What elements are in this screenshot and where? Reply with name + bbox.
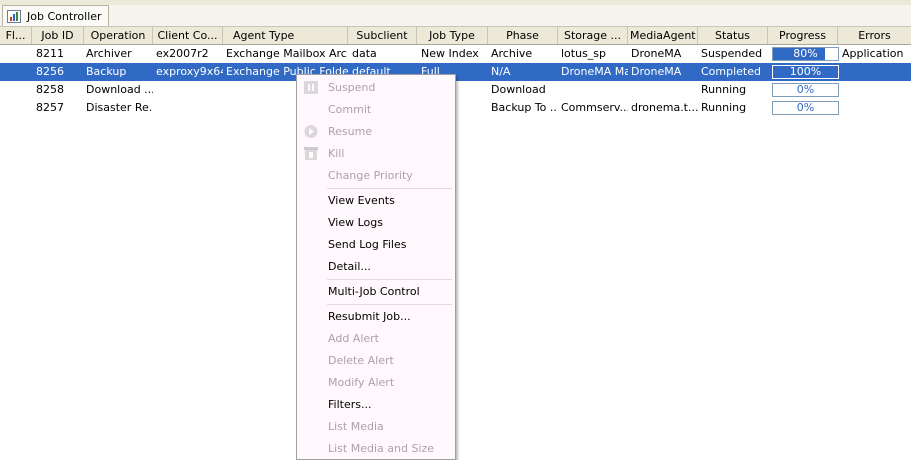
column-header-media-agent[interactable]: MediaAgent [628,27,698,44]
menu-item-label: Send Log Files [328,238,407,251]
menu-item-label: View Logs [328,216,383,229]
menu-item-label: Resume [328,125,373,138]
menu-item-label: List Media [328,420,384,433]
errors-cell: Application [842,47,904,60]
client-cell: exproxy9x64 [156,65,223,78]
job-id-cell: 8211 [36,47,64,60]
progress-bar: 100% [772,65,839,79]
job-controller-icon [7,9,21,23]
status-cell: Completed [701,65,761,78]
kill-icon [304,147,318,160]
suspend-icon [304,81,318,94]
menu-item-multi-job-control[interactable]: Multi-Job Control [297,281,455,303]
menu-item-add-alert[interactable]: Add Alert [297,328,455,350]
column-header-client[interactable]: Client Co... [153,27,223,44]
subclient-cell: data [352,47,377,60]
storage-cell: DroneMA Mag [561,65,628,78]
phase-cell: Backup To ... [491,101,558,114]
status-cell: Running [701,101,747,114]
job-id-cell: 8256 [36,65,64,78]
errors-cell [840,63,911,81]
operation-cell: Disaster Re... [86,101,153,114]
menu-item-label: Delete Alert [328,354,394,367]
column-header-operation[interactable]: Operation [84,27,153,44]
column-header-progress[interactable]: Progress [768,27,838,44]
column-header-status[interactable]: Status [698,27,768,44]
menu-item-send-log-files[interactable]: Send Log Files [297,234,455,256]
column-header-errors[interactable]: Errors [838,27,911,44]
status-cell: Suspended [701,47,763,60]
menu-item-label: Kill [328,147,345,160]
menu-item-kill[interactable]: Kill [297,143,455,165]
media-agent-cell: dronema.t... [631,101,698,114]
menu-item-label: Commit [328,103,372,116]
context-menu: Suspend Commit Resume Kill Change Priori… [296,74,456,460]
column-header-subclient[interactable]: Subclient [348,27,417,44]
operation-cell: Archiver [86,47,132,60]
phase-cell: Download [491,83,546,96]
storage-cell: lotus_sp [561,47,607,60]
progress-bar: 0% [772,83,839,97]
menu-item-label: Filters... [328,398,372,411]
menu-item-label: Modify Alert [328,376,395,389]
tab-job-controller[interactable]: Job Controller [2,5,109,26]
menu-item-list-media-and-size[interactable]: List Media and Size [297,438,455,460]
job-row[interactable]: 8211 Archiver ex2007r2 Exchange Mailbox … [0,45,911,63]
phase-cell: N/A [491,65,511,78]
progress-label: 0% [796,83,815,96]
operation-cell: Download ... [86,83,153,96]
menu-item-label: Suspend [328,81,376,94]
progress-bar: 80% [772,47,839,61]
menu-item-delete-alert[interactable]: Delete Alert [297,350,455,372]
menu-item-resume[interactable]: Resume [297,121,455,143]
status-cell: Running [701,83,747,96]
menu-item-label: List Media and Size [328,442,435,455]
menu-separator [327,188,452,189]
column-header-agent-type[interactable]: Agent Type [223,27,348,44]
job-type-cell: New Index [421,47,479,60]
job-id-cell: 8258 [36,83,64,96]
menu-item-label: Change Priority [328,169,413,182]
menu-item-detail[interactable]: Detail... [297,256,455,278]
tab-bar: Job Controller [0,5,911,27]
menu-separator [327,304,452,305]
menu-item-list-media[interactable]: List Media [297,416,455,438]
menu-item-label: Resubmit Job... [328,310,411,323]
progress-label: 100% [789,65,822,78]
tab-label: Job Controller [27,9,102,23]
storage-cell: Commserv... [561,101,628,114]
agent-type-cell: Exchange Mailbox Arc... [226,47,348,60]
menu-item-change-priority[interactable]: Change Priority [297,165,455,187]
column-header-job-id[interactable]: Job ID [32,27,84,44]
menu-item-filters[interactable]: Filters... [297,394,455,416]
column-header-job-type[interactable]: Job Type [417,27,488,44]
menu-separator [327,279,452,280]
media-agent-cell: DroneMA [631,47,682,60]
menu-item-view-events[interactable]: View Events [297,190,455,212]
job-table-header: Fl... Job ID Operation Client Co... Agen… [0,27,911,45]
menu-item-view-logs[interactable]: View Logs [297,212,455,234]
menu-item-commit[interactable]: Commit [297,99,455,121]
menu-item-label: View Events [328,194,395,207]
column-header-phase[interactable]: Phase [488,27,558,44]
phase-cell: Archive [491,47,533,60]
job-id-cell: 8257 [36,101,64,114]
menu-item-resubmit-job[interactable]: Resubmit Job... [297,306,455,328]
progress-label: 80% [793,47,818,60]
menu-item-modify-alert[interactable]: Modify Alert [297,372,455,394]
menu-item-label: Add Alert [328,332,379,345]
progress-label: 0% [796,101,815,114]
menu-item-label: Detail... [328,260,371,273]
operation-cell: Backup [86,65,127,78]
progress-bar: 0% [772,101,839,115]
column-header-storage[interactable]: Storage ... [558,27,628,44]
menu-item-label: Multi-Job Control [328,285,420,298]
column-header-flags[interactable]: Fl... [0,27,32,44]
resume-icon [304,125,318,138]
menu-item-suspend[interactable]: Suspend [297,77,455,99]
client-cell: ex2007r2 [156,47,209,60]
media-agent-cell: DroneMA [631,65,682,78]
